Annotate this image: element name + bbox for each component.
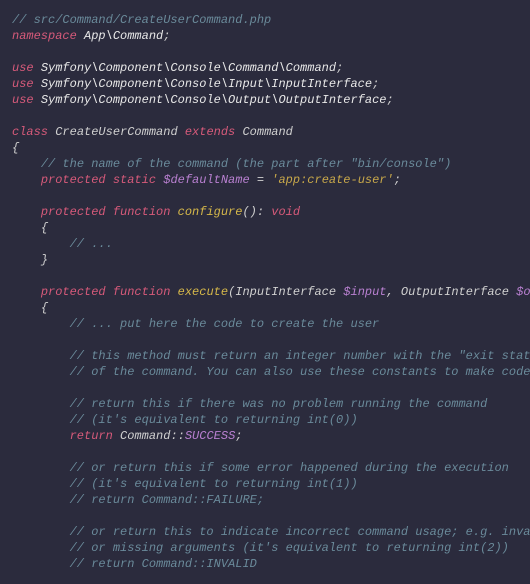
- parens: (): [242, 205, 256, 219]
- semicolon: ;: [336, 61, 343, 75]
- use-path: Symfony\Component\Console\Input\InputInt…: [41, 77, 372, 91]
- keyword-protected: protected: [41, 205, 106, 219]
- param-var: $output: [516, 285, 530, 299]
- code-block: // src/Command/CreateUserCommand.php nam…: [12, 12, 518, 572]
- comment-line: // ... put here the code to create the u…: [70, 317, 380, 331]
- comma: ,: [387, 285, 401, 299]
- comment-line: // or return this if some error happened…: [70, 461, 509, 475]
- brace-open: {: [12, 141, 19, 155]
- comment-line: // (it's equivalent to returning int(0)): [70, 413, 358, 427]
- class-ref: Command: [120, 429, 170, 443]
- keyword-return: return: [70, 429, 113, 443]
- colon: :: [257, 205, 271, 219]
- keyword-use: use: [12, 77, 34, 91]
- function-name: execute: [178, 285, 228, 299]
- keyword-use: use: [12, 61, 34, 75]
- comment-line: // src/Command/CreateUserCommand.php: [12, 13, 271, 27]
- string-literal: 'app:create-user': [271, 173, 393, 187]
- comment-line: // ...: [70, 237, 113, 251]
- comment-line: // or return this to indicate incorrect …: [70, 525, 530, 539]
- semicolon: ;: [394, 173, 401, 187]
- extends-name: Command: [242, 125, 292, 139]
- keyword-static: static: [113, 173, 156, 187]
- comment-line: // (it's equivalent to returning int(1)): [70, 477, 358, 491]
- keyword-protected: protected: [41, 173, 106, 187]
- comment-line: // this method must return an integer nu…: [70, 349, 530, 363]
- keyword-protected: protected: [41, 285, 106, 299]
- semicolon: ;: [386, 93, 393, 107]
- equals: =: [250, 173, 272, 187]
- constant: SUCCESS: [185, 429, 235, 443]
- semicolon: ;: [372, 77, 379, 91]
- comment-line: // or missing arguments (it's equivalent…: [70, 541, 509, 555]
- param-type: OutputInterface: [401, 285, 509, 299]
- brace-open: {: [41, 221, 48, 235]
- semicolon: ;: [163, 29, 170, 43]
- variable: $defaultName: [163, 173, 249, 187]
- return-type: void: [271, 205, 300, 219]
- comment-line: // return this if there was no problem r…: [70, 397, 488, 411]
- keyword-extends: extends: [185, 125, 235, 139]
- use-path: Symfony\Component\Console\Output\OutputI…: [41, 93, 387, 107]
- brace-open: {: [41, 301, 48, 315]
- param-type: InputInterface: [235, 285, 336, 299]
- class-name: CreateUserCommand: [55, 125, 177, 139]
- keyword-use: use: [12, 93, 34, 107]
- comment-line: // return Command::INVALID: [70, 557, 257, 571]
- keyword-namespace: namespace: [12, 29, 77, 43]
- use-path: Symfony\Component\Console\Command\Comman…: [41, 61, 336, 75]
- keyword-function: function: [113, 205, 171, 219]
- keyword-class: class: [12, 125, 48, 139]
- comment-line: // of the command. You can also use thes…: [70, 365, 530, 379]
- keyword-function: function: [113, 285, 171, 299]
- namespace-name: App\Command: [84, 29, 163, 43]
- comment-line: // return Command::FAILURE;: [70, 493, 264, 507]
- param-var: $input: [343, 285, 386, 299]
- semicolon: ;: [235, 429, 242, 443]
- function-name: configure: [178, 205, 243, 219]
- comment-line: // the name of the command (the part aft…: [41, 157, 451, 171]
- scope-op: ::: [170, 429, 184, 443]
- brace-close: }: [41, 253, 48, 267]
